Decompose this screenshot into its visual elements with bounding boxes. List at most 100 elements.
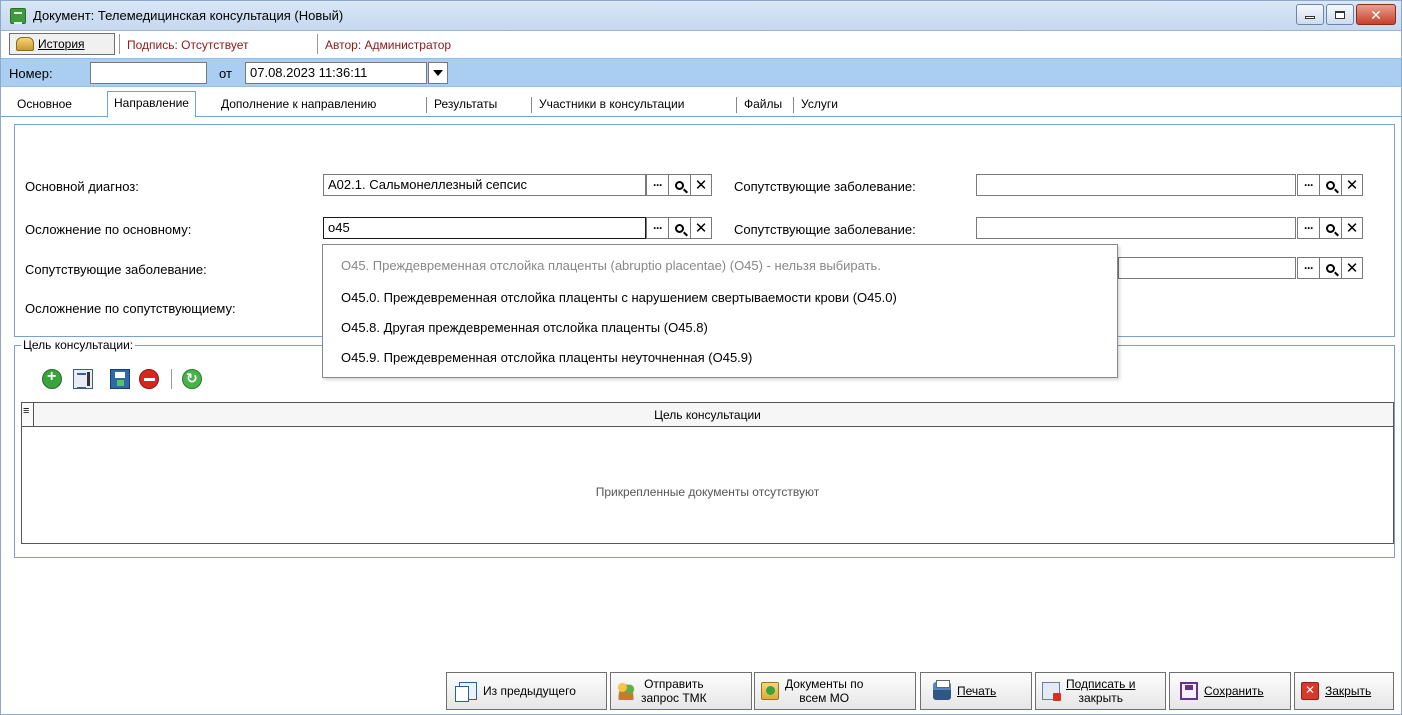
number-date-row: Номер: от 07.08.2023 11:36:11: [1, 58, 1401, 87]
close-icon: [1301, 682, 1319, 700]
main-diagnosis-input[interactable]: A02.1. Сальмонеллезный сепсис: [323, 174, 646, 196]
minimize-button[interactable]: [1296, 4, 1324, 25]
refresh-icon[interactable]: [182, 369, 202, 389]
complication-search-button[interactable]: [668, 217, 690, 239]
send-tmk-line-1: Отправить: [644, 677, 704, 691]
concomitant-2-browse-button[interactable]: ···: [1297, 217, 1319, 239]
close-button[interactable]: Закрыть: [1294, 672, 1394, 710]
sign-and-close-button[interactable]: Подписать и закрыть: [1035, 672, 1166, 710]
concomitant-3-browse-button[interactable]: ···: [1297, 257, 1319, 279]
concomitant-input-right-2[interactable]: [976, 217, 1296, 239]
main-diagnosis-search-button[interactable]: [668, 174, 690, 196]
edit-icon[interactable]: [73, 369, 93, 389]
complication-clear-button[interactable]: ✕: [690, 217, 712, 239]
print-label: Печать: [957, 684, 997, 698]
from-previous-button[interactable]: Из предыдущего: [446, 672, 607, 710]
from-previous-label: Из предыдущего: [483, 684, 576, 698]
print-button[interactable]: Печать: [920, 672, 1032, 710]
concomitant-2-clear-button[interactable]: ✕: [1341, 217, 1363, 239]
save-icon: [1180, 682, 1198, 700]
grid-header: Цель консультации: [22, 403, 1393, 427]
grid-empty-message: Прикрепленные документы отсутствуют: [595, 485, 820, 499]
date-dropdown-button[interactable]: [428, 62, 448, 84]
clear-icon: ✕: [1345, 176, 1359, 194]
search-icon: [1326, 263, 1335, 273]
concomitant-3-clear-button[interactable]: ✕: [1341, 257, 1363, 279]
main-diagnosis-clear-button[interactable]: ✕: [690, 174, 712, 196]
clear-icon: ✕: [1345, 219, 1359, 237]
ellipsis-icon: ···: [1304, 221, 1314, 235]
tab-referral-addition[interactable]: Дополнение к направлению: [215, 93, 382, 117]
concomitant-1-browse-button[interactable]: ···: [1297, 174, 1319, 196]
search-icon: [675, 223, 684, 233]
concomitant-3-search-button[interactable]: [1319, 257, 1341, 279]
toolbar-separator: [119, 34, 120, 54]
popup-item[interactable]: O45.9. Преждевременная отслойка плаценты…: [341, 350, 752, 365]
column-header-purpose[interactable]: Цель консультации: [22, 408, 1393, 422]
documents-all-mo-button[interactable]: Документы по всем МО: [754, 672, 916, 710]
concomitant-input-right-1[interactable]: [976, 174, 1296, 196]
tab-strip: Основное Направление Дополнение к направ…: [1, 87, 1401, 118]
concomitant-1-clear-button[interactable]: ✕: [1341, 174, 1363, 196]
people-icon: [617, 682, 635, 700]
copy-icon: [455, 682, 477, 702]
main-diagnosis-browse-button[interactable]: ···: [646, 174, 668, 196]
send-tmk-request-button[interactable]: Отправить запрос ТМК: [610, 672, 752, 710]
author-status: Автор: Администратор: [325, 38, 452, 52]
tab-main[interactable]: Основное: [11, 93, 78, 117]
delete-icon[interactable]: [139, 369, 159, 389]
concomitant-2-search-button[interactable]: [1319, 217, 1341, 239]
tab-separator: [793, 97, 794, 113]
tab-results[interactable]: Результаты: [428, 93, 503, 117]
ellipsis-icon: ···: [653, 221, 663, 235]
add-icon[interactable]: [42, 368, 62, 389]
documents-mo-label: Документы по всем МО: [785, 677, 863, 705]
complication-input[interactable]: o45: [323, 217, 646, 239]
history-icon: [16, 37, 34, 51]
number-input[interactable]: [90, 62, 207, 84]
window-title: Документ: Телемедицинская консультация (…: [33, 8, 344, 23]
date-from-label: от: [219, 66, 232, 81]
sign-close-line-2: закрыть: [1078, 691, 1123, 705]
send-tmk-line-2: запрос ТМК: [641, 691, 707, 705]
concomitant-label: Сопутствующие заболевание:: [25, 262, 207, 277]
tab-files[interactable]: Файлы: [738, 93, 788, 117]
search-icon: [1326, 223, 1335, 233]
ellipsis-icon: ···: [653, 178, 663, 192]
history-label: История: [38, 37, 85, 51]
send-tmk-label: Отправить запрос ТМК: [641, 677, 707, 705]
tab-separator: [531, 97, 532, 113]
concomitant-1-search-button[interactable]: [1319, 174, 1341, 196]
documents-mo-line-1: Документы по: [785, 677, 864, 691]
save-label: Сохранить: [1204, 684, 1264, 698]
save-button[interactable]: Сохранить: [1169, 672, 1291, 710]
clear-icon: ✕: [694, 219, 708, 237]
toolbar-separator: [317, 34, 318, 54]
concomitant-input-right-3[interactable]: [1118, 257, 1296, 279]
close-icon: ✕: [1370, 6, 1382, 23]
search-icon: [1326, 180, 1335, 190]
minimize-icon: [1305, 16, 1315, 19]
clear-icon: ✕: [694, 176, 708, 194]
complication-browse-button[interactable]: ···: [646, 217, 668, 239]
tab-services[interactable]: Услуги: [795, 93, 844, 117]
main-diagnosis-label: Основной диагноз:: [25, 179, 139, 194]
sign-close-icon: [1042, 682, 1061, 701]
date-input[interactable]: 07.08.2023 11:36:11: [245, 62, 427, 84]
concomitant-label-right-1: Сопутствующие заболевание:: [734, 179, 916, 194]
maximize-icon: [1335, 10, 1345, 19]
document-window: Документ: Телемедицинская консультация (…: [0, 0, 1402, 715]
popup-item[interactable]: O45.0. Преждевременная отслойка плаценты…: [341, 290, 897, 305]
tab-referral[interactable]: Направление: [107, 91, 196, 118]
window-close-button[interactable]: ✕: [1356, 4, 1396, 25]
tab-participants[interactable]: Участники в консультации: [533, 93, 690, 117]
concomitant-label-right-2: Сопутствующие заболевание:: [734, 222, 916, 237]
document-icon: [10, 8, 26, 24]
history-button[interactable]: История: [9, 33, 115, 55]
ellipsis-icon: ···: [1304, 178, 1314, 192]
column-chooser-icon[interactable]: [22, 403, 34, 426]
popup-item[interactable]: O45.8. Другая преждевременная отслойка п…: [341, 320, 708, 335]
ellipsis-icon: ···: [1304, 261, 1314, 275]
maximize-button[interactable]: [1326, 4, 1354, 25]
save-icon[interactable]: [110, 369, 130, 389]
